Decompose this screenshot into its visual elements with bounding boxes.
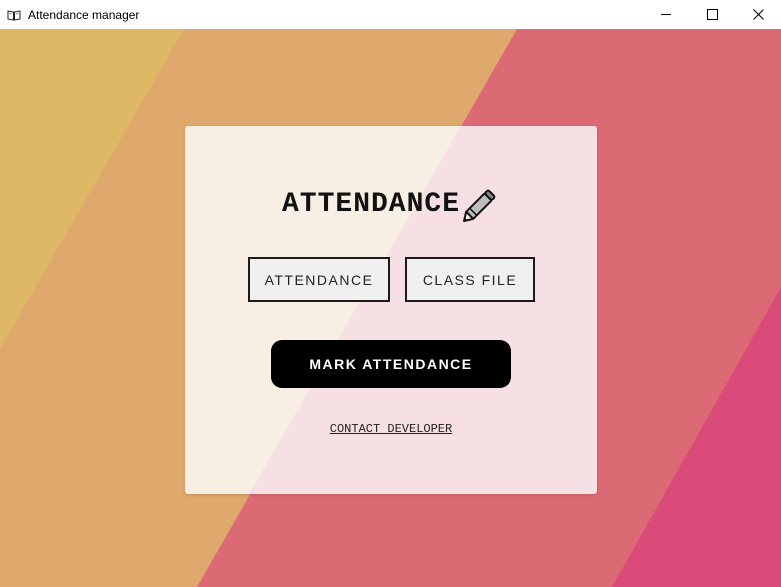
minimize-icon bbox=[660, 14, 671, 15]
maximize-button[interactable] bbox=[689, 0, 735, 29]
main-card: ATTENDANCE ATTENDANCE CLASS FILE MARK AT… bbox=[185, 126, 597, 494]
maximize-icon bbox=[706, 9, 718, 20]
close-icon bbox=[752, 9, 764, 20]
attendance-file-button[interactable]: ATTENDANCE bbox=[248, 257, 390, 302]
page-heading: ATTENDANCE bbox=[185, 184, 597, 224]
close-button[interactable] bbox=[735, 0, 781, 29]
mark-attendance-button[interactable]: MARK ATTENDANCE bbox=[271, 340, 511, 388]
pencil-icon bbox=[462, 186, 500, 222]
open-book-icon bbox=[6, 7, 22, 23]
heading-text: ATTENDANCE bbox=[281, 188, 461, 220]
minimize-button[interactable] bbox=[643, 0, 689, 29]
window-controls bbox=[643, 0, 781, 29]
card-background bbox=[185, 126, 597, 494]
window-title: Attendance manager bbox=[28, 7, 140, 22]
class-file-button[interactable]: CLASS FILE bbox=[405, 257, 535, 302]
title-bar: Attendance manager bbox=[0, 0, 781, 29]
contact-developer-link[interactable]: CONTACT DEVELOPER bbox=[185, 422, 597, 436]
